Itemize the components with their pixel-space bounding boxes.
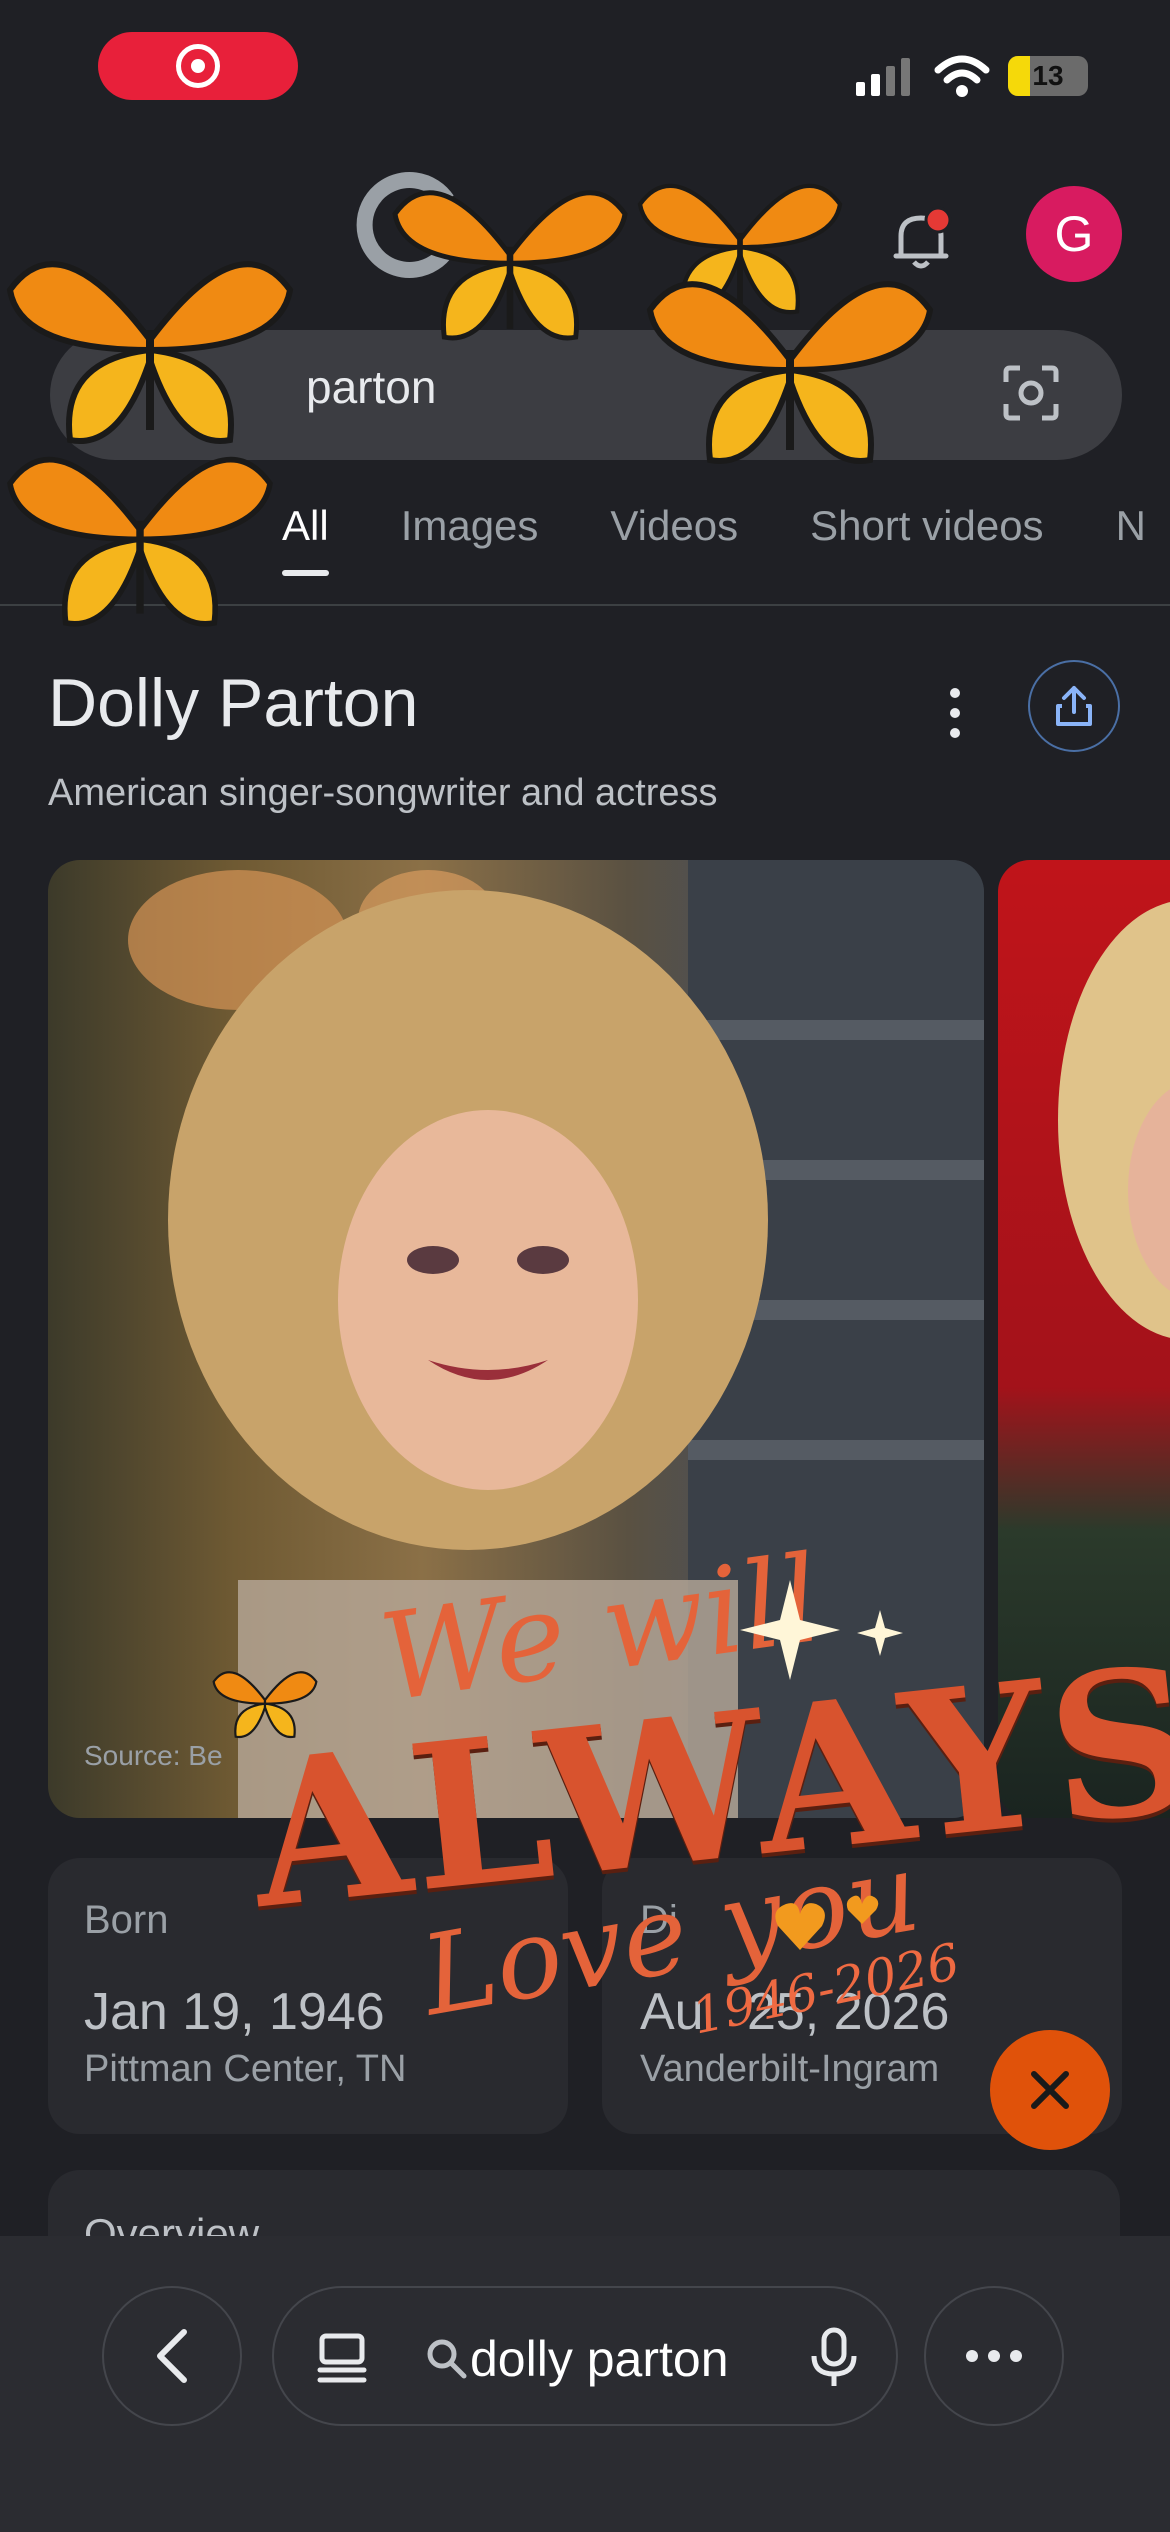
microphone-icon[interactable] xyxy=(808,2326,860,2390)
search-tabs: All Images Videos Short videos N xyxy=(282,502,1146,576)
tab-short-videos[interactable]: Short videos xyxy=(810,502,1043,550)
page-title: Dolly Parton xyxy=(48,665,419,741)
back-arrow-icon xyxy=(157,2329,187,2383)
hearts-icon xyxy=(775,1895,879,1950)
died-place: Vanderbilt-Ingram xyxy=(640,2048,940,2090)
butterfly-icon xyxy=(7,456,273,627)
tab-all[interactable]: All xyxy=(282,502,329,576)
sparkle-icon xyxy=(740,1580,903,1680)
battery-icon: 13 xyxy=(1008,56,1088,96)
back-button[interactable] xyxy=(102,2286,242,2426)
more-horizontal-icon xyxy=(966,2350,1022,2362)
share-button[interactable] xyxy=(1028,660,1120,752)
butterfly-icon xyxy=(212,1671,318,1739)
record-icon xyxy=(176,44,220,88)
butterfly-icon xyxy=(646,281,934,464)
more-options-icon[interactable] xyxy=(940,688,970,738)
close-overlay-button[interactable] xyxy=(990,2030,1110,2150)
born-label: Born xyxy=(84,1898,169,1942)
close-icon xyxy=(1031,2071,1069,2109)
more-menu-button[interactable] xyxy=(924,2286,1064,2426)
entity-description: American singer-songwriter and actress xyxy=(48,772,718,814)
battery-level: 13 xyxy=(1032,60,1064,91)
share-icon xyxy=(1056,686,1092,726)
tab-images[interactable]: Images xyxy=(401,502,539,550)
born-date: Jan 19, 1946 xyxy=(84,1983,385,2041)
search-icon xyxy=(427,2339,467,2379)
tab-videos[interactable]: Videos xyxy=(610,502,738,550)
born-place: Pittman Center, TN xyxy=(84,2048,407,2090)
screen-record-indicator[interactable] xyxy=(98,32,298,100)
wifi-icon xyxy=(934,55,990,97)
cellular-signal-icon xyxy=(856,58,910,96)
tab-news[interactable]: N xyxy=(1116,502,1146,550)
account-avatar[interactable]: G xyxy=(1026,186,1122,282)
google-lens-icon[interactable] xyxy=(1000,362,1062,424)
image-source: Source: Be xyxy=(84,1740,223,1771)
tabs-icon[interactable] xyxy=(314,2330,370,2386)
omnibox-query[interactable]: dolly parton xyxy=(470,2330,729,2388)
